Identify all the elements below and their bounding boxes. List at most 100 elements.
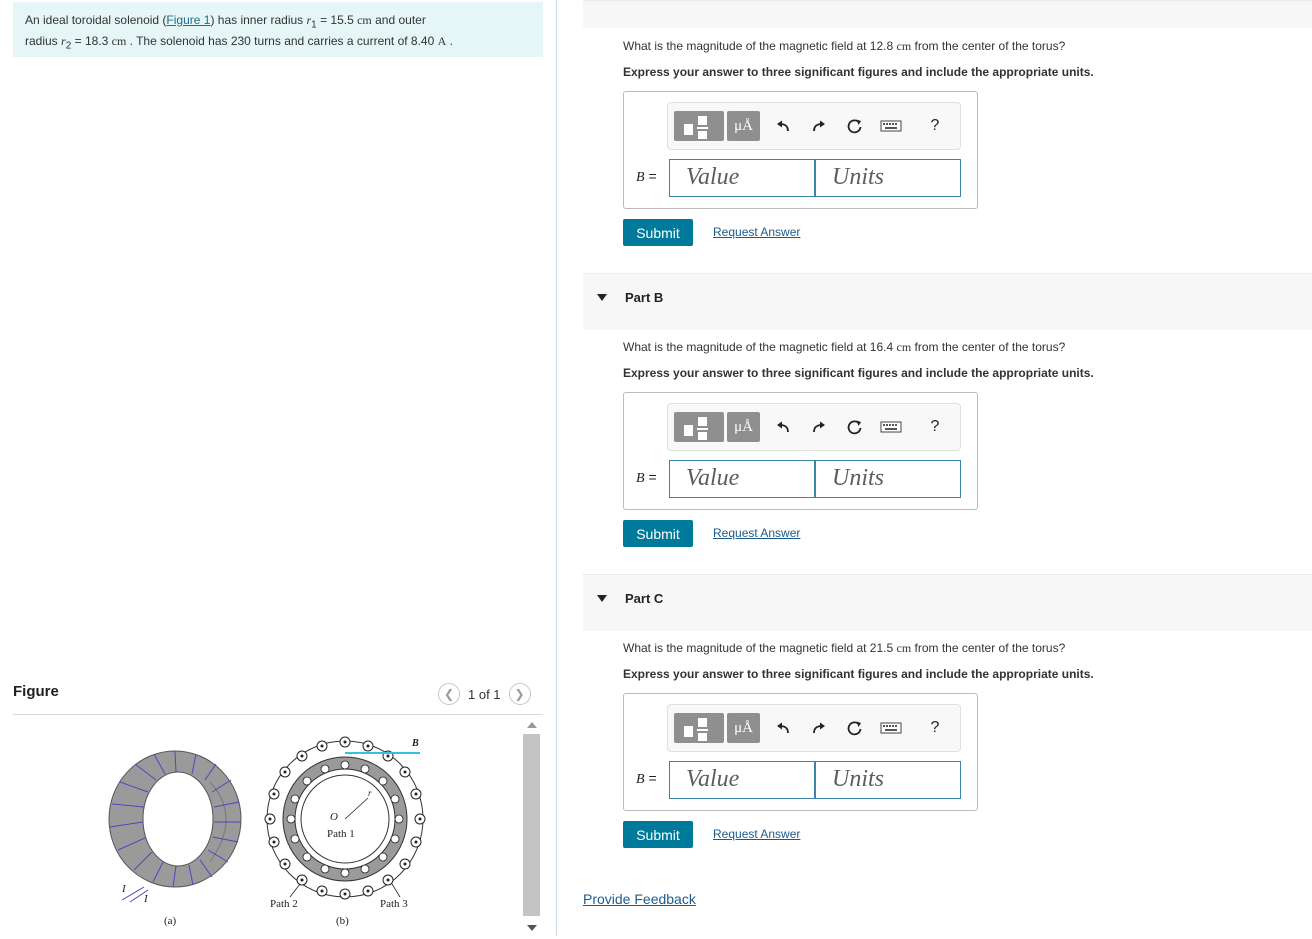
r2-value: = 18.3 [71, 34, 112, 49]
templates-icon[interactable] [674, 111, 724, 141]
units-icon[interactable]: μÅ [727, 713, 760, 743]
pager-count: 1 of 1 [468, 686, 501, 702]
keyboard-icon[interactable] [880, 717, 902, 739]
cross-section-drawing: O r Path 1 B Path 2 Path 3 (b) [264, 736, 426, 927]
submit-button[interactable]: Submit [623, 520, 693, 547]
submit-button[interactable]: Submit [623, 219, 693, 246]
r1-value: = 15.5 [316, 13, 358, 27]
part-a-header [583, 0, 1312, 28]
answer-variable: B [636, 471, 645, 486]
scroll-up-icon[interactable] [527, 722, 537, 728]
question-text: What is the magnitude of the magnetic fi… [623, 340, 897, 354]
part-a-question: What is the magnitude of the magnetic fi… [623, 39, 1065, 54]
path2-label: Path 2 [270, 898, 298, 910]
problem-text: and outer [371, 13, 426, 27]
figure-pager: ❮ 1 of 1 ❯ [438, 683, 531, 705]
value-input[interactable]: Value [669, 460, 815, 498]
right-panel: What is the magnitude of the magnetic fi… [557, 0, 1312, 936]
reset-icon[interactable] [844, 416, 866, 438]
chevron-left-icon[interactable]: ❮ [438, 683, 460, 705]
value-input[interactable]: Value [669, 159, 815, 197]
answer-equals: = [644, 469, 657, 485]
part-c-title: Part C [625, 591, 664, 606]
undo-icon[interactable] [772, 115, 794, 137]
figure-link[interactable]: Figure 1 [166, 13, 210, 27]
current-label-2: I [143, 893, 149, 905]
templates-icon[interactable] [674, 713, 724, 743]
scroll-thumb[interactable] [523, 734, 540, 916]
figure-image: I I (a) O r Path 1 B Path 2 Path 3 (b) [100, 722, 520, 936]
request-answer-link[interactable]: Request Answer [713, 827, 800, 841]
undo-icon[interactable] [772, 717, 794, 739]
templates-icon[interactable] [674, 412, 724, 442]
answer-label: B = [636, 168, 657, 186]
request-answer-link[interactable]: Request Answer [713, 225, 800, 239]
left-panel: An ideal toroidal solenoid (Figure 1) ha… [0, 0, 556, 936]
problem-text: ) has inner radius [210, 13, 307, 27]
question-text: from the center of the torus? [911, 39, 1066, 53]
value-input[interactable]: Value [669, 761, 815, 799]
answer-equals: = [644, 168, 657, 184]
r1-unit: cm [357, 13, 372, 27]
radius-label: r [368, 788, 372, 798]
path3-label: Path 3 [380, 898, 408, 910]
caret-down-icon [597, 294, 607, 301]
units-input[interactable]: Units [815, 159, 961, 197]
part-b-header[interactable]: Part B [583, 273, 1312, 330]
math-toolbar: μÅ ? [667, 704, 961, 752]
toroid-drawing: I I (a) [108, 750, 242, 927]
label-b: (b) [336, 915, 349, 927]
problem-text: . [446, 34, 453, 49]
redo-icon[interactable] [808, 717, 830, 739]
question-unit: cm [896, 340, 912, 354]
part-c-instruction: Express your answer to three significant… [623, 667, 1094, 681]
redo-icon[interactable] [808, 416, 830, 438]
reset-icon[interactable] [844, 717, 866, 739]
part-a-instruction: Express your answer to three significant… [623, 65, 1094, 79]
answer-variable: B [636, 772, 645, 787]
toroid-figure: I I (a) O r Path 1 B Path 2 Path 3 (b) [108, 736, 426, 927]
answer-label: B = [636, 770, 657, 788]
label-a: (a) [164, 915, 177, 927]
units-icon[interactable]: μÅ [727, 412, 760, 442]
help-icon[interactable]: ? [924, 115, 946, 137]
question-text: What is the magnitude of the magnetic fi… [623, 641, 897, 655]
redo-icon[interactable] [808, 115, 830, 137]
part-b-answer-box: μÅ ? B = Value Units [623, 392, 978, 510]
part-c-header[interactable]: Part C [583, 574, 1312, 631]
request-answer-link[interactable]: Request Answer [713, 526, 800, 540]
problem-text: An ideal toroidal solenoid ( [25, 13, 167, 27]
part-b-question: What is the magnitude of the magnetic fi… [623, 340, 1065, 355]
submit-button[interactable]: Submit [623, 821, 693, 848]
part-c-question: What is the magnitude of the magnetic fi… [623, 641, 1065, 656]
origin-label: O [330, 811, 338, 823]
r2-unit: cm [111, 34, 127, 49]
answer-equals: = [644, 770, 657, 786]
question-text: What is the magnitude of the magnetic fi… [623, 39, 897, 53]
reset-icon[interactable] [844, 115, 866, 137]
figure-title: Figure [13, 683, 59, 700]
keyboard-icon[interactable] [880, 115, 902, 137]
help-icon[interactable]: ? [924, 416, 946, 438]
current-unit: A [437, 34, 447, 49]
undo-icon[interactable] [772, 416, 794, 438]
part-c-answer-box: μÅ ? B = Value Units [623, 693, 978, 811]
question-text: from the center of the torus? [911, 641, 1066, 655]
path1-label: Path 1 [327, 828, 355, 840]
units-input[interactable]: Units [815, 460, 961, 498]
chevron-right-icon[interactable]: ❯ [508, 683, 531, 705]
part-b-title: Part B [625, 290, 664, 305]
part-a-answer-box: μÅ ? B = Value Units [623, 91, 978, 209]
question-text: from the center of the torus? [911, 340, 1066, 354]
math-toolbar: μÅ ? [667, 403, 961, 451]
help-icon[interactable]: ? [924, 717, 946, 739]
current-label-1: I [121, 883, 127, 895]
figure-scrollbar[interactable] [522, 720, 542, 936]
problem-text: . The solenoid has 230 turns and carries… [126, 34, 438, 49]
units-icon[interactable]: μÅ [727, 111, 760, 141]
provide-feedback-link[interactable]: Provide Feedback [583, 891, 696, 907]
figure-divider [13, 714, 543, 715]
keyboard-icon[interactable] [880, 416, 902, 438]
scroll-down-icon[interactable] [527, 925, 537, 931]
units-input[interactable]: Units [815, 761, 961, 799]
